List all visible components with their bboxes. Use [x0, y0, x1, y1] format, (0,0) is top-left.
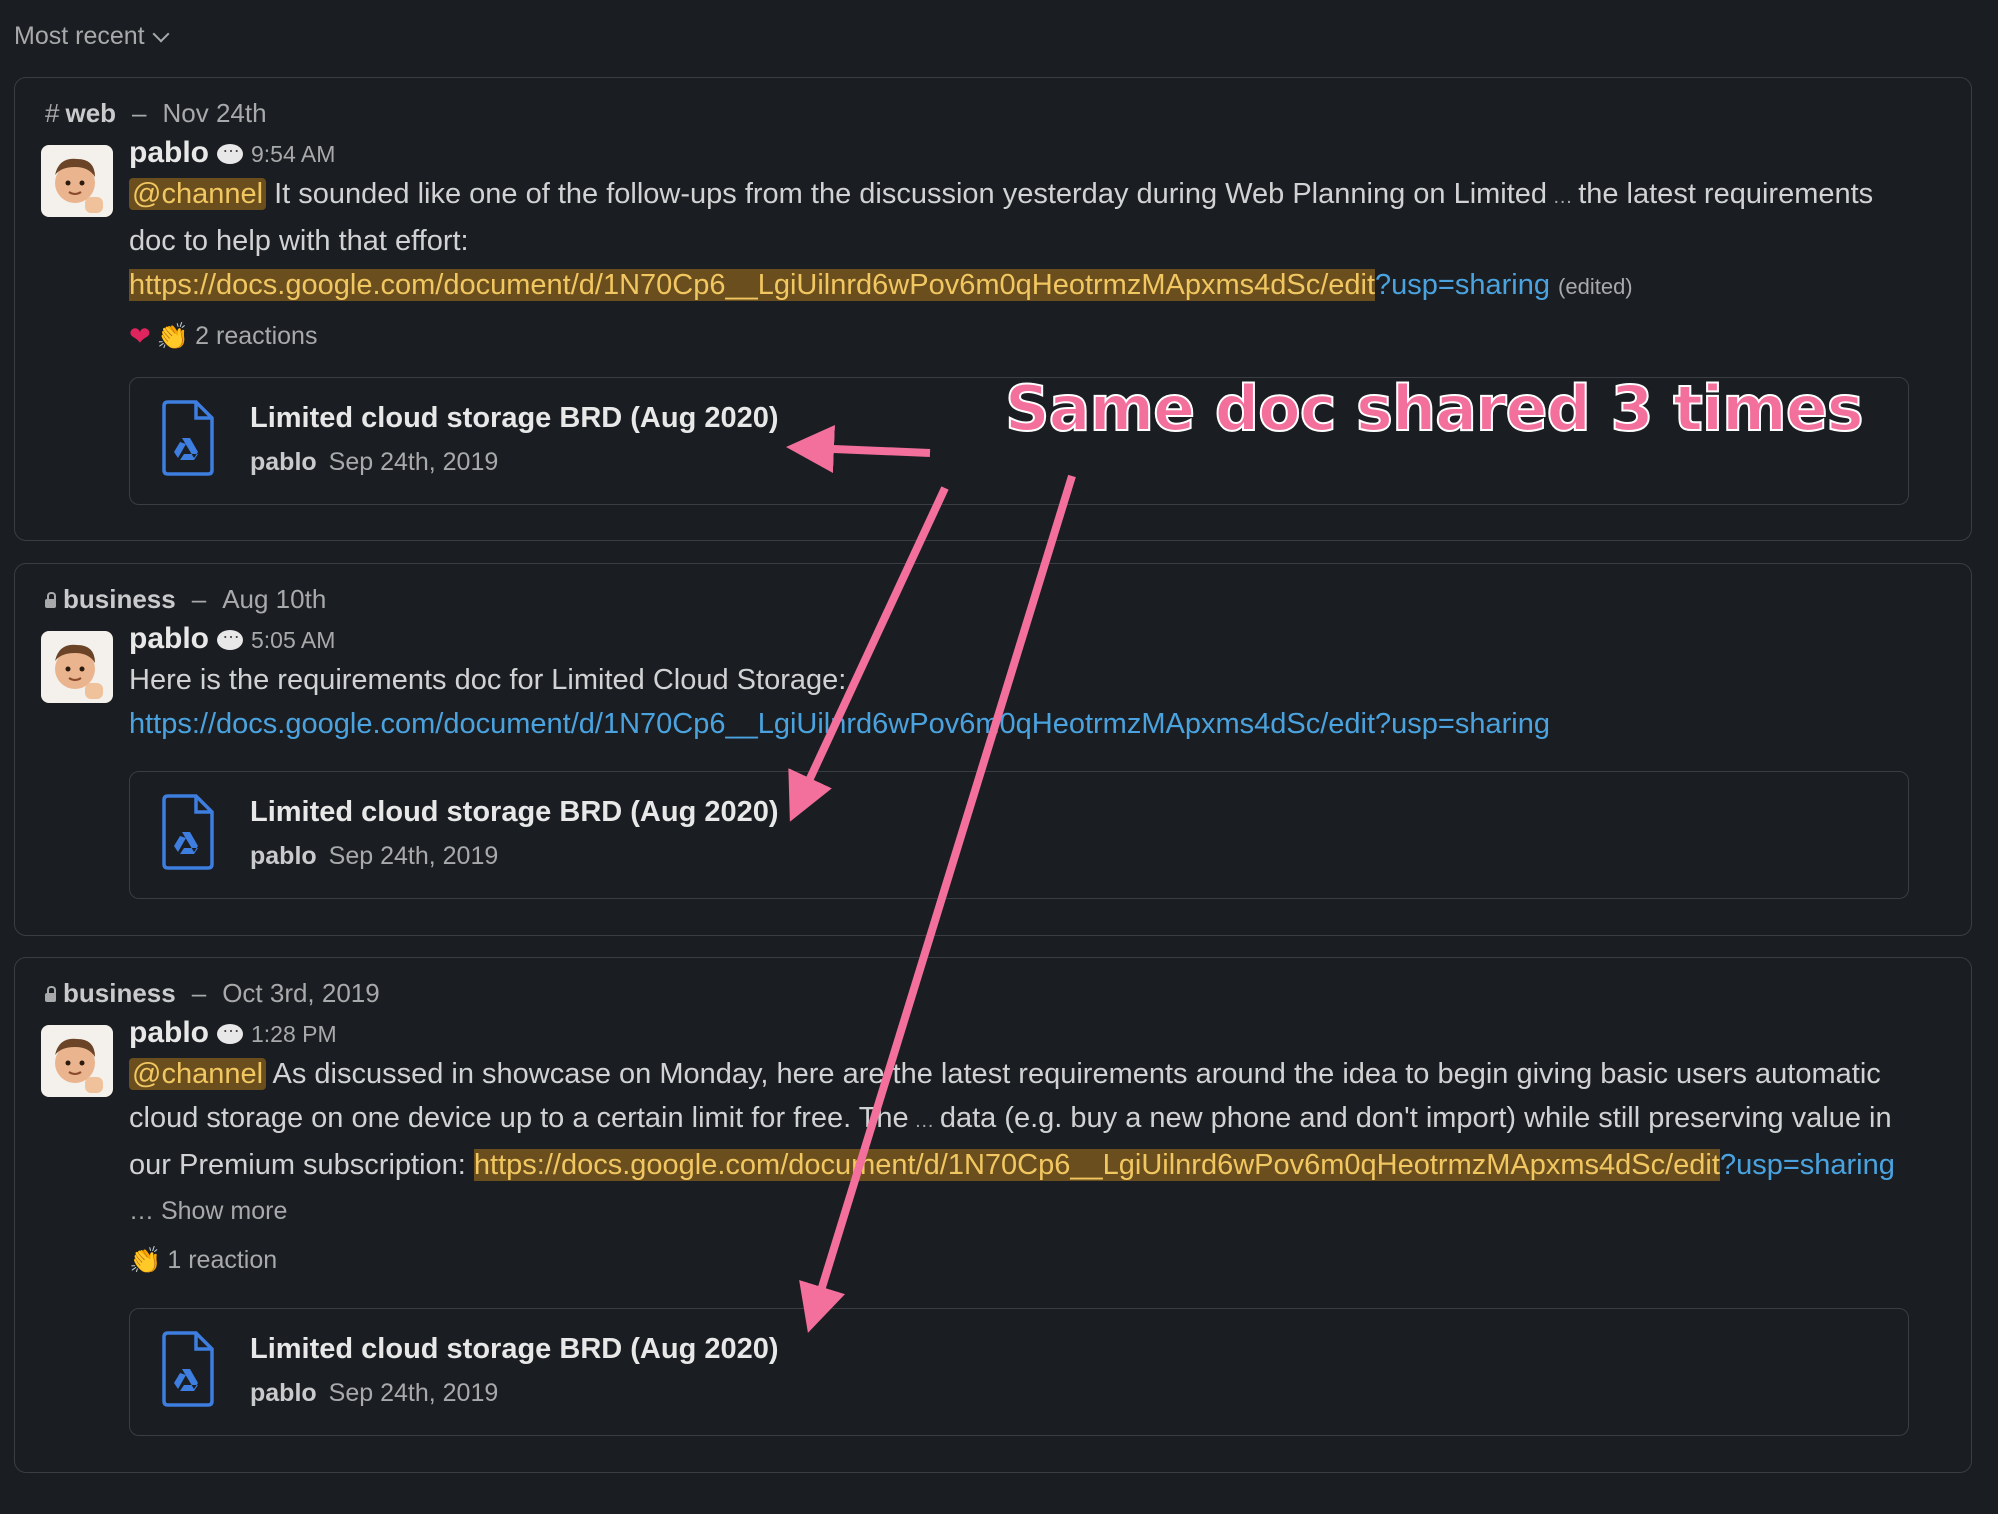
channel-name[interactable]: # web	[45, 98, 116, 129]
clap-icon: 👏	[156, 321, 190, 351]
avatar[interactable]	[41, 631, 113, 703]
file-meta: pablo Sep 24th, 2019	[250, 448, 499, 476]
file-title: Limited cloud storage BRD (Aug 2020)	[250, 796, 779, 828]
message-time[interactable]: 5:05 AM	[251, 627, 335, 654]
reactions[interactable]: ❤ 👏 2 reactions	[129, 321, 1911, 352]
doc-link[interactable]: https://docs.google.com/document/d/1N70C…	[473, 1149, 1720, 1181]
lock-icon	[45, 592, 56, 608]
channel-name[interactable]: business	[45, 978, 176, 1009]
clap-icon: 👏	[129, 1245, 162, 1275]
message: pablo 1:28 PM @channel As discussed in s…	[129, 1016, 1911, 1276]
heart-icon: ❤	[129, 321, 151, 351]
search-result-card[interactable]: business – Oct 3rd, 2019 pablo 1:28 PM @…	[14, 957, 1972, 1473]
message: pablo 9:54 AM @channel It sounded like o…	[129, 136, 1911, 352]
channel-mention[interactable]: @channel	[129, 1058, 267, 1090]
message-body: @channel It sounded like one of the foll…	[129, 178, 1874, 301]
edited-label: (edited)	[1558, 274, 1633, 299]
message-body: @channel As discussed in showcase on Mon…	[129, 1058, 1895, 1225]
channel-mention[interactable]: @channel	[129, 178, 267, 210]
show-more-link[interactable]: … Show more	[129, 1197, 287, 1225]
reactions[interactable]: 👏 1 reaction	[129, 1245, 1911, 1276]
result-header: business – Aug 10th	[45, 584, 326, 615]
avatar[interactable]	[41, 1025, 113, 1097]
speech-bubble-icon	[217, 1016, 243, 1044]
result-header: business – Oct 3rd, 2019	[45, 978, 380, 1009]
hash-icon: #	[45, 98, 60, 128]
channel-name[interactable]: business	[45, 584, 176, 615]
result-date: Nov 24th	[162, 98, 267, 128]
doc-link-query[interactable]: ?usp=sharing	[1375, 269, 1550, 301]
author-name[interactable]: pablo	[129, 622, 209, 656]
memoji-avatar-icon	[55, 644, 103, 699]
result-header: # web – Nov 24th	[45, 98, 267, 129]
sort-dropdown[interactable]: Most recent	[14, 22, 170, 51]
file-title: Limited cloud storage BRD (Aug 2020)	[250, 1333, 779, 1365]
search-result-card[interactable]: #web – Nov 24th pablo 9:54 AM @channel I…	[14, 77, 1972, 541]
file-meta: pablo Sep 24th, 2019	[250, 842, 499, 870]
message-body: Here is the requirements doc for Limited…	[129, 664, 1550, 740]
lock-icon	[45, 986, 56, 1002]
doc-link-query[interactable]: ?usp=sharing	[1720, 1149, 1895, 1181]
message: pablo 5:05 AM Here is the requirements d…	[129, 622, 1911, 746]
message-time[interactable]: 9:54 AM	[251, 141, 335, 168]
memoji-avatar-icon	[55, 158, 103, 213]
avatar[interactable]	[41, 145, 113, 217]
memoji-avatar-icon	[55, 1038, 103, 1093]
file-meta: pablo Sep 24th, 2019	[250, 1379, 499, 1407]
file-attachment[interactable]: Limited cloud storage BRD (Aug 2020) pab…	[129, 1308, 1909, 1436]
google-drive-doc-icon	[162, 400, 214, 476]
doc-link[interactable]: https://docs.google.com/document/d/1N70C…	[129, 269, 1376, 301]
speech-bubble-icon	[217, 136, 243, 164]
doc-link[interactable]: https://docs.google.com/document/d/1N70C…	[129, 708, 1550, 740]
message-time[interactable]: 1:28 PM	[251, 1021, 337, 1048]
author-name[interactable]: pablo	[129, 1016, 209, 1050]
google-drive-doc-icon	[162, 1331, 214, 1407]
result-date: Oct 3rd, 2019	[222, 978, 380, 1008]
result-date: Aug 10th	[222, 584, 327, 614]
chevron-down-icon	[152, 25, 170, 42]
file-title: Limited cloud storage BRD (Aug 2020)	[250, 402, 779, 434]
google-drive-doc-icon	[162, 794, 214, 870]
annotation-label: Same doc shared 3 times	[1004, 371, 1865, 446]
sort-label: Most recent	[14, 22, 145, 50]
speech-bubble-icon	[217, 622, 243, 650]
file-attachment[interactable]: Limited cloud storage BRD (Aug 2020) pab…	[129, 771, 1909, 899]
author-name[interactable]: pablo	[129, 136, 209, 170]
search-result-card[interactable]: business – Aug 10th pablo 5:05 AM Here i…	[14, 563, 1972, 936]
